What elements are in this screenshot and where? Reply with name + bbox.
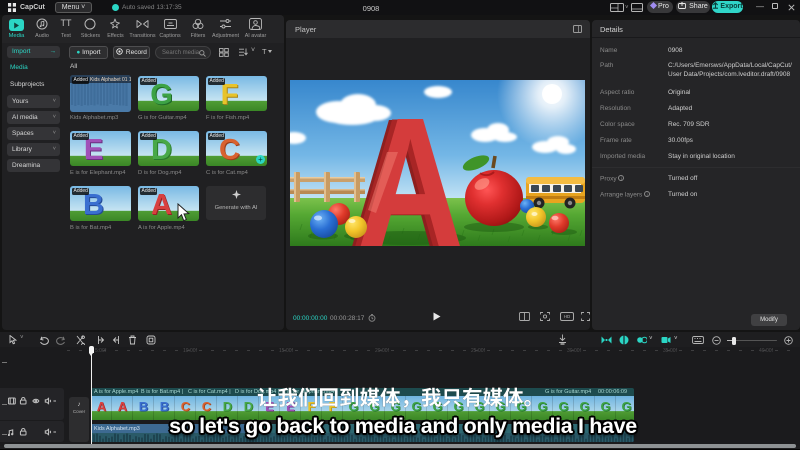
svg-text:A: A [357, 80, 464, 246]
